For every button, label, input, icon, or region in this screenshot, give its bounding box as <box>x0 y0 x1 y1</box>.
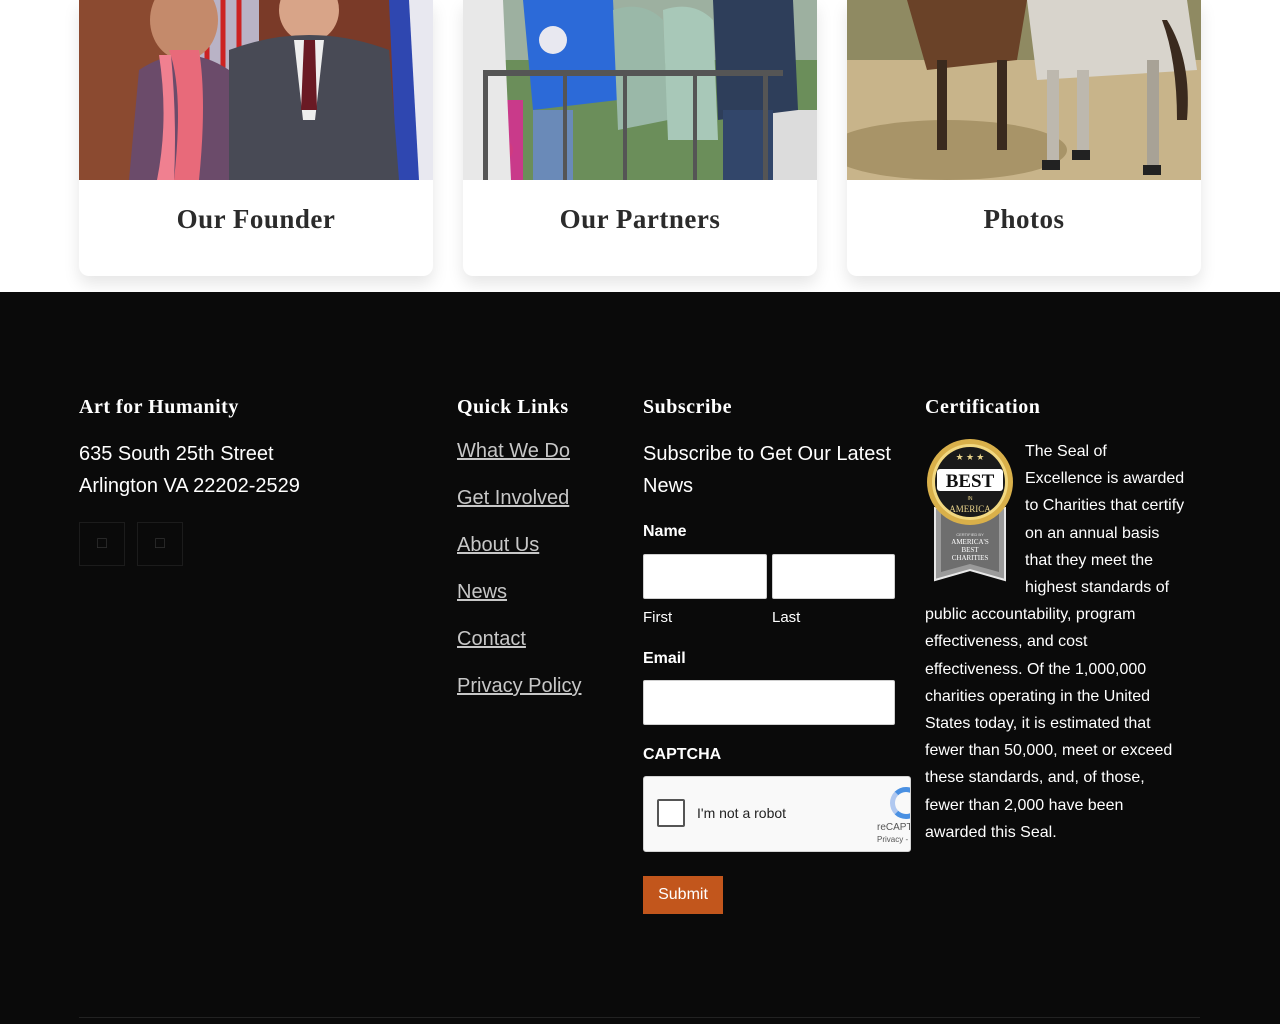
quick-links-heading: Quick Links <box>457 396 569 418</box>
recaptcha-icon <box>890 787 910 819</box>
best-in-america-seal-icon: ★ ★ ★ BEST IN AMERICA CERTIFIED BY AMERI… <box>927 439 1013 582</box>
submit-button[interactable]: Submit <box>643 876 723 914</box>
link-privacy-policy[interactable]: Privacy Policy <box>457 675 581 697</box>
recaptcha-privacy-link[interactable]: Privacy - Terms <box>877 835 910 844</box>
org-heading: Art for Humanity <box>79 396 239 418</box>
address-line-1: 635 South 25th Street <box>79 443 274 465</box>
email-input[interactable] <box>643 680 895 725</box>
address: 635 South 25th Street Arlington VA 22202… <box>79 438 300 502</box>
partners-photo[interactable] <box>463 0 817 180</box>
captcha-label: CAPTCHA <box>643 746 722 763</box>
link-about-us[interactable]: About Us <box>457 534 539 556</box>
seal-org-line-2: BEST <box>961 546 979 554</box>
list-item: Get Involved <box>457 487 581 534</box>
first-label: First <box>643 609 673 626</box>
link-news[interactable]: News <box>457 581 507 603</box>
link-get-involved[interactable]: Get Involved <box>457 487 569 509</box>
horses-photo[interactable] <box>847 0 1201 180</box>
footer-divider <box>79 1017 1200 1018</box>
email-label: Email <box>643 650 686 667</box>
site-footer: Art for Humanity 635 South 25th Street A… <box>0 292 1280 1024</box>
list-item: About Us <box>457 534 581 581</box>
captcha-checkbox[interactable] <box>657 799 685 827</box>
seal-america: AMERICA <box>949 504 991 514</box>
certification-heading: Certification <box>925 396 1041 418</box>
subscribe-heading: Subscribe <box>643 396 732 418</box>
seal-best: BEST <box>946 471 995 492</box>
name-label: Name <box>643 523 687 540</box>
featured-cards-section: Our Founder Our Partners Photos <box>0 0 1280 292</box>
card-title[interactable]: Photos <box>847 204 1201 235</box>
card-photos[interactable]: Photos <box>847 0 1201 276</box>
seal-certified-by: CERTIFIED BY <box>956 532 984 537</box>
last-name-input[interactable] <box>772 554 895 599</box>
card-title[interactable]: Our Founder <box>79 204 433 235</box>
twitter-link[interactable]: □ <box>137 522 183 566</box>
link-what-we-do[interactable]: What We Do <box>457 440 570 462</box>
facebook-link[interactable]: □ <box>79 522 125 566</box>
recaptcha-widget: I'm not a robot reCAPTCHA Privacy - Term… <box>643 776 911 852</box>
list-item: What We Do <box>457 440 581 487</box>
quick-links-list: What We Do Get Involved About Us News Co… <box>457 440 581 722</box>
captcha-checkbox-text: I'm not a robot <box>697 805 787 821</box>
list-item: Privacy Policy <box>457 675 581 722</box>
seal-org-line-3: CHARITIES <box>952 554 989 562</box>
subscribe-text: Subscribe to Get Our Latest News <box>643 443 891 497</box>
founder-photo[interactable] <box>79 0 433 180</box>
address-line-2: Arlington VA 22202-2529 <box>79 475 300 497</box>
svg-text:★ ★ ★: ★ ★ ★ <box>956 452 985 462</box>
first-name-input[interactable] <box>643 554 767 599</box>
link-contact[interactable]: Contact <box>457 628 526 650</box>
card-our-partners[interactable]: Our Partners <box>463 0 817 276</box>
card-our-founder[interactable]: Our Founder <box>79 0 433 276</box>
seal-org-line-1: AMERICA'S <box>951 538 989 546</box>
last-label: Last <box>772 609 801 626</box>
twitter-icon: □ <box>155 535 165 552</box>
seal-in: IN <box>968 496 973 502</box>
list-item: News <box>457 581 581 628</box>
facebook-icon: □ <box>97 535 107 552</box>
card-title[interactable]: Our Partners <box>463 204 817 235</box>
list-item: Contact <box>457 628 581 675</box>
recaptcha-brand: reCAPTCHA <box>877 822 910 833</box>
